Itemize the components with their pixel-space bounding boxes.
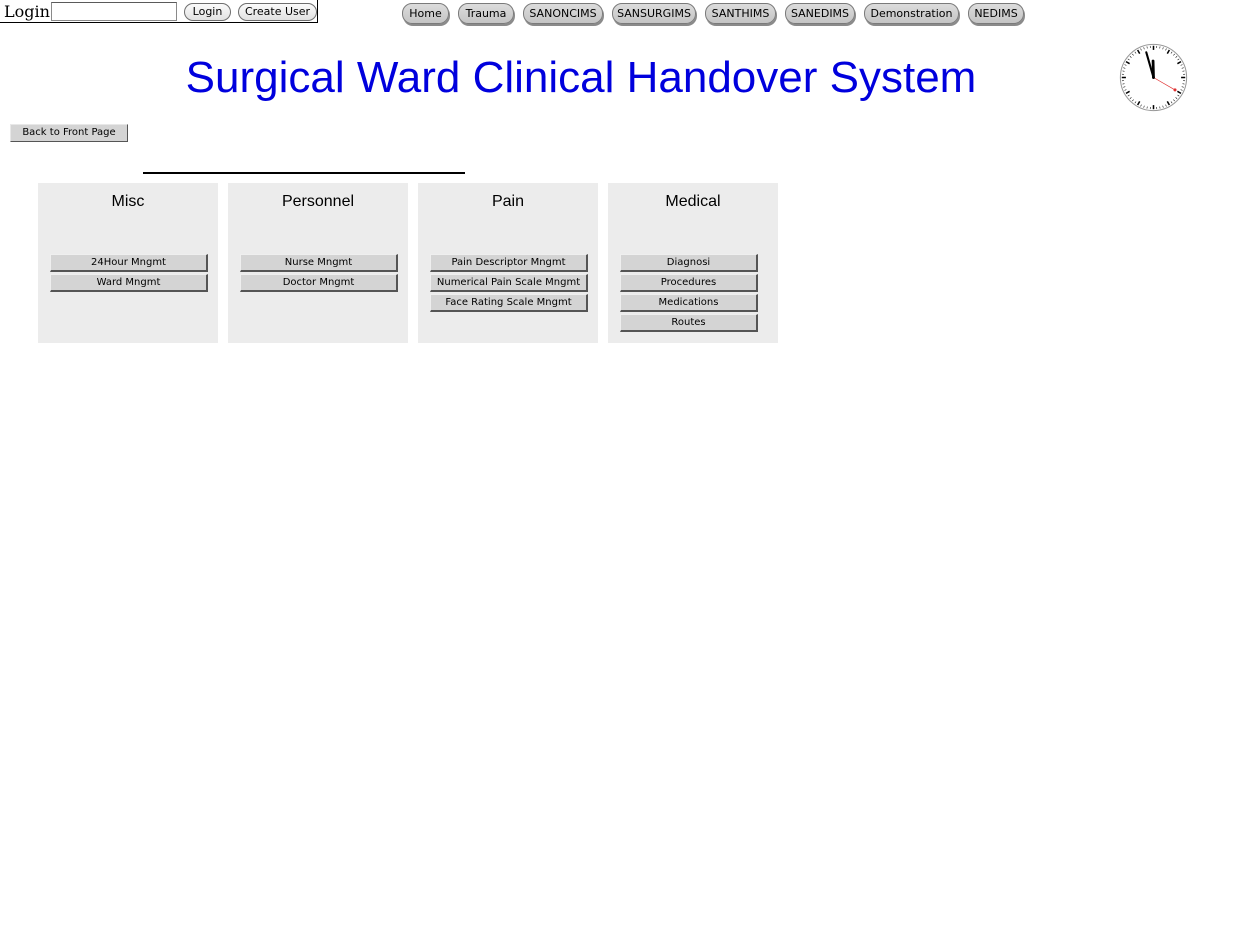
nav-trauma-button[interactable]: Trauma bbox=[458, 3, 514, 24]
procedures-button[interactable]: Procedures bbox=[620, 274, 758, 292]
login-button[interactable]: Login bbox=[184, 3, 231, 21]
login-input[interactable] bbox=[51, 2, 177, 21]
diagnosi-button[interactable]: Diagnosi bbox=[620, 254, 758, 272]
ward-mngmt-button[interactable]: Ward Mngmt bbox=[50, 274, 208, 292]
doctor-mngmt-button[interactable]: Doctor Mngmt bbox=[240, 274, 398, 292]
nav-sanedims-button[interactable]: SANEDIMS bbox=[785, 3, 855, 24]
nav-sanoncims-button[interactable]: SANONCIMS bbox=[523, 3, 603, 24]
nav-nedims-button[interactable]: NEDIMS bbox=[968, 3, 1024, 24]
24hour-mngmt-button[interactable]: 24Hour Mngmt bbox=[50, 254, 208, 272]
nav-sansurgims-button[interactable]: SANSURGIMS bbox=[612, 3, 696, 24]
page-title: Surgical Ward Clinical Handover System bbox=[185, 53, 977, 102]
panel-title-pain: Pain bbox=[491, 193, 525, 210]
panel-misc: Misc 24Hour Mngmt Ward Mngmt bbox=[38, 183, 218, 343]
back-to-front-page-button[interactable]: Back to Front Page bbox=[10, 124, 128, 142]
create-user-button[interactable]: Create User bbox=[238, 3, 317, 21]
routes-button[interactable]: Routes bbox=[620, 314, 758, 332]
login-bar: Login: Login Create User bbox=[0, 0, 318, 23]
numerical-pain-scale-mngmt-button[interactable]: Numerical Pain Scale Mngmt bbox=[430, 274, 588, 292]
nav-demonstration-button[interactable]: Demonstration bbox=[864, 3, 959, 24]
nurse-mngmt-button[interactable]: Nurse Mngmt bbox=[240, 254, 398, 272]
panel-personnel: Personnel Nurse Mngmt Doctor Mngmt bbox=[228, 183, 408, 343]
medications-button[interactable]: Medications bbox=[620, 294, 758, 312]
panel-pain: Pain Pain Descriptor Mngmt Numerical Pai… bbox=[418, 183, 598, 343]
panel-title-misc: Misc bbox=[111, 193, 145, 210]
pain-descriptor-mngmt-button[interactable]: Pain Descriptor Mngmt bbox=[430, 254, 588, 272]
nav-santhims-button[interactable]: SANTHIMS bbox=[705, 3, 776, 24]
panel-medical: Medical Diagnosi Procedures Medications … bbox=[608, 183, 778, 343]
panel-title-personnel: Personnel bbox=[281, 193, 355, 210]
face-rating-scale-mngmt-button[interactable]: Face Rating Scale Mngmt bbox=[430, 294, 588, 312]
analog-clock-icon bbox=[1119, 43, 1188, 112]
divider bbox=[143, 172, 465, 174]
nav-home-button[interactable]: Home bbox=[402, 3, 449, 24]
panel-title-medical: Medical bbox=[665, 193, 721, 210]
login-label: Login: bbox=[4, 2, 56, 21]
